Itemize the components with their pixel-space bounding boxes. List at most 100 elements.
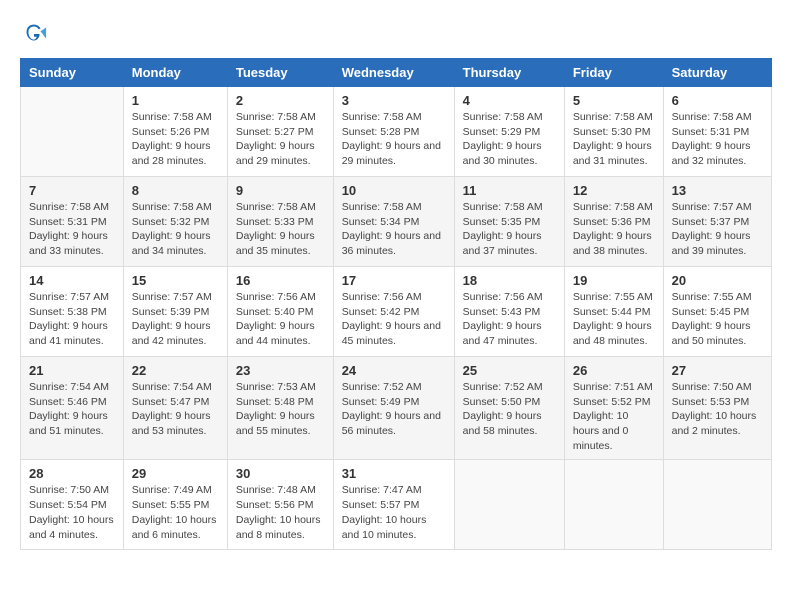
day-info: Sunrise: 7:56 AMSunset: 5:40 PMDaylight:… bbox=[236, 290, 325, 349]
day-info: Sunrise: 7:58 AMSunset: 5:30 PMDaylight:… bbox=[573, 110, 655, 169]
day-number: 22 bbox=[132, 363, 219, 378]
day-number: 16 bbox=[236, 273, 325, 288]
day-number: 8 bbox=[132, 183, 219, 198]
day-info: Sunrise: 7:49 AMSunset: 5:55 PMDaylight:… bbox=[132, 483, 219, 542]
day-number: 9 bbox=[236, 183, 325, 198]
calendar-cell: 12 Sunrise: 7:58 AMSunset: 5:36 PMDayligh… bbox=[564, 177, 663, 267]
calendar-cell: 11Sunrise: 7:58 AMSunset: 5:35 PMDayligh… bbox=[454, 177, 564, 267]
calendar-cell: 24 Sunrise: 7:52 AMSunset: 5:49 PMDayligh… bbox=[333, 357, 454, 460]
day-number: 23 bbox=[236, 363, 325, 378]
weekday-header: Monday bbox=[123, 59, 227, 87]
day-info: Sunrise: 7:58 AMSunset: 5:31 PMDaylight:… bbox=[672, 110, 763, 169]
calendar-cell bbox=[454, 460, 564, 550]
calendar-week-row: 21Sunrise: 7:54 AMSunset: 5:46 PMDayligh… bbox=[21, 357, 772, 460]
calendar-cell: 6 Sunrise: 7:58 AMSunset: 5:31 PMDaylight… bbox=[663, 87, 771, 177]
calendar-cell: 15Sunrise: 7:57 AMSunset: 5:39 PMDayligh… bbox=[123, 267, 227, 357]
calendar-cell: 31 Sunrise: 7:47 AMSunset: 5:57 PMDayligh… bbox=[333, 460, 454, 550]
day-info: Sunrise: 7:58 AMSunset: 5:28 PMDaylight:… bbox=[342, 110, 446, 169]
calendar-cell: 22 Sunrise: 7:54 AMSunset: 5:47 PMDayligh… bbox=[123, 357, 227, 460]
day-info: Sunrise: 7:58 AMSunset: 5:27 PMDaylight:… bbox=[236, 110, 325, 169]
day-info: Sunrise: 7:58 AMSunset: 5:32 PMDaylight:… bbox=[132, 200, 219, 259]
day-number: 4 bbox=[463, 93, 556, 108]
weekday-header: Tuesday bbox=[227, 59, 333, 87]
calendar-cell: 27 Sunrise: 7:50 AMSunset: 5:53 PMDayligh… bbox=[663, 357, 771, 460]
day-number: 12 bbox=[573, 183, 655, 198]
calendar-table: SundayMondayTuesdayWednesdayThursdayFrid… bbox=[20, 58, 772, 550]
day-info: Sunrise: 7:57 AMSunset: 5:37 PMDaylight:… bbox=[672, 200, 763, 259]
calendar-cell bbox=[21, 87, 124, 177]
calendar-cell: 4 Sunrise: 7:58 AMSunset: 5:29 PMDaylight… bbox=[454, 87, 564, 177]
calendar-cell: 9 Sunrise: 7:58 AMSunset: 5:33 PMDaylight… bbox=[227, 177, 333, 267]
calendar-cell: 13 Sunrise: 7:57 AMSunset: 5:37 PMDayligh… bbox=[663, 177, 771, 267]
calendar-cell: 5 Sunrise: 7:58 AMSunset: 5:30 PMDaylight… bbox=[564, 87, 663, 177]
weekday-header: Wednesday bbox=[333, 59, 454, 87]
day-info: Sunrise: 7:51 AMSunset: 5:52 PMDaylight:… bbox=[573, 380, 655, 453]
calendar-cell: 28 Sunrise: 7:50 AMSunset: 5:54 PMDayligh… bbox=[21, 460, 124, 550]
day-number: 31 bbox=[342, 466, 446, 481]
day-info: Sunrise: 7:54 AMSunset: 5:47 PMDaylight:… bbox=[132, 380, 219, 439]
day-number: 29 bbox=[132, 466, 219, 481]
day-info: Sunrise: 7:58 AMSunset: 5:33 PMDaylight:… bbox=[236, 200, 325, 259]
day-number: 5 bbox=[573, 93, 655, 108]
day-info: Sunrise: 7:50 AMSunset: 5:54 PMDaylight:… bbox=[29, 483, 115, 542]
day-info: Sunrise: 7:58 AMSunset: 5:29 PMDaylight:… bbox=[463, 110, 556, 169]
day-info: Sunrise: 7:57 AMSunset: 5:38 PMDaylight:… bbox=[29, 290, 115, 349]
day-number: 19 bbox=[573, 273, 655, 288]
day-number: 14 bbox=[29, 273, 115, 288]
day-info: Sunrise: 7:53 AMSunset: 5:48 PMDaylight:… bbox=[236, 380, 325, 439]
day-number: 17 bbox=[342, 273, 446, 288]
logo-icon bbox=[20, 20, 48, 48]
day-number: 26 bbox=[573, 363, 655, 378]
calendar-cell: 8 Sunrise: 7:58 AMSunset: 5:32 PMDaylight… bbox=[123, 177, 227, 267]
day-info: Sunrise: 7:55 AMSunset: 5:45 PMDaylight:… bbox=[672, 290, 763, 349]
day-number: 10 bbox=[342, 183, 446, 198]
calendar-cell: 26 Sunrise: 7:51 AMSunset: 5:52 PMDayligh… bbox=[564, 357, 663, 460]
weekday-header: Friday bbox=[564, 59, 663, 87]
calendar-cell: 21Sunrise: 7:54 AMSunset: 5:46 PMDayligh… bbox=[21, 357, 124, 460]
day-number: 27 bbox=[672, 363, 763, 378]
day-info: Sunrise: 7:58 AMSunset: 5:35 PMDaylight:… bbox=[463, 200, 556, 259]
calendar-cell: 23 Sunrise: 7:53 AMSunset: 5:48 PMDayligh… bbox=[227, 357, 333, 460]
weekday-header: Thursday bbox=[454, 59, 564, 87]
day-number: 13 bbox=[672, 183, 763, 198]
calendar-cell: 7 Sunrise: 7:58 AMSunset: 5:31 PMDaylight… bbox=[21, 177, 124, 267]
day-info: Sunrise: 7:47 AMSunset: 5:57 PMDaylight:… bbox=[342, 483, 446, 542]
day-info: Sunrise: 7:58 AMSunset: 5:36 PMDaylight:… bbox=[573, 200, 655, 259]
calendar-cell bbox=[564, 460, 663, 550]
calendar-cell: 17Sunrise: 7:56 AMSunset: 5:42 PMDayligh… bbox=[333, 267, 454, 357]
day-number: 25 bbox=[463, 363, 556, 378]
day-info: Sunrise: 7:52 AMSunset: 5:50 PMDaylight:… bbox=[463, 380, 556, 439]
day-info: Sunrise: 7:58 AMSunset: 5:26 PMDaylight:… bbox=[132, 110, 219, 169]
day-number: 3 bbox=[342, 93, 446, 108]
day-number: 6 bbox=[672, 93, 763, 108]
day-info: Sunrise: 7:54 AMSunset: 5:46 PMDaylight:… bbox=[29, 380, 115, 439]
calendar-cell: 10 Sunrise: 7:58 AMSunset: 5:34 PMDayligh… bbox=[333, 177, 454, 267]
calendar-cell: 30Sunrise: 7:48 AMSunset: 5:56 PMDayligh… bbox=[227, 460, 333, 550]
day-number: 7 bbox=[29, 183, 115, 198]
day-info: Sunrise: 7:58 AMSunset: 5:31 PMDaylight:… bbox=[29, 200, 115, 259]
calendar-cell: 14 Sunrise: 7:57 AMSunset: 5:38 PMDayligh… bbox=[21, 267, 124, 357]
day-number: 2 bbox=[236, 93, 325, 108]
calendar-cell: 2 Sunrise: 7:58 AMSunset: 5:27 PMDaylight… bbox=[227, 87, 333, 177]
day-number: 24 bbox=[342, 363, 446, 378]
day-info: Sunrise: 7:52 AMSunset: 5:49 PMDaylight:… bbox=[342, 380, 446, 439]
calendar-cell: 19 Sunrise: 7:55 AMSunset: 5:44 PMDayligh… bbox=[564, 267, 663, 357]
calendar-cell: 16 Sunrise: 7:56 AMSunset: 5:40 PMDayligh… bbox=[227, 267, 333, 357]
day-number: 20 bbox=[672, 273, 763, 288]
weekday-header-row: SundayMondayTuesdayWednesdayThursdayFrid… bbox=[21, 59, 772, 87]
day-number: 28 bbox=[29, 466, 115, 481]
day-number: 15 bbox=[132, 273, 219, 288]
calendar-week-row: 28 Sunrise: 7:50 AMSunset: 5:54 PMDayligh… bbox=[21, 460, 772, 550]
calendar-week-row: 14 Sunrise: 7:57 AMSunset: 5:38 PMDayligh… bbox=[21, 267, 772, 357]
calendar-cell: 1 Sunrise: 7:58 AMSunset: 5:26 PMDaylight… bbox=[123, 87, 227, 177]
day-info: Sunrise: 7:50 AMSunset: 5:53 PMDaylight:… bbox=[672, 380, 763, 439]
header bbox=[20, 20, 772, 48]
calendar-cell: 20 Sunrise: 7:55 AMSunset: 5:45 PMDayligh… bbox=[663, 267, 771, 357]
calendar-week-row: 7 Sunrise: 7:58 AMSunset: 5:31 PMDaylight… bbox=[21, 177, 772, 267]
calendar-cell: 25 Sunrise: 7:52 AMSunset: 5:50 PMDayligh… bbox=[454, 357, 564, 460]
day-info: Sunrise: 7:55 AMSunset: 5:44 PMDaylight:… bbox=[573, 290, 655, 349]
day-number: 1 bbox=[132, 93, 219, 108]
day-number: 30 bbox=[236, 466, 325, 481]
calendar-week-row: 1 Sunrise: 7:58 AMSunset: 5:26 PMDaylight… bbox=[21, 87, 772, 177]
day-info: Sunrise: 7:58 AMSunset: 5:34 PMDaylight:… bbox=[342, 200, 446, 259]
